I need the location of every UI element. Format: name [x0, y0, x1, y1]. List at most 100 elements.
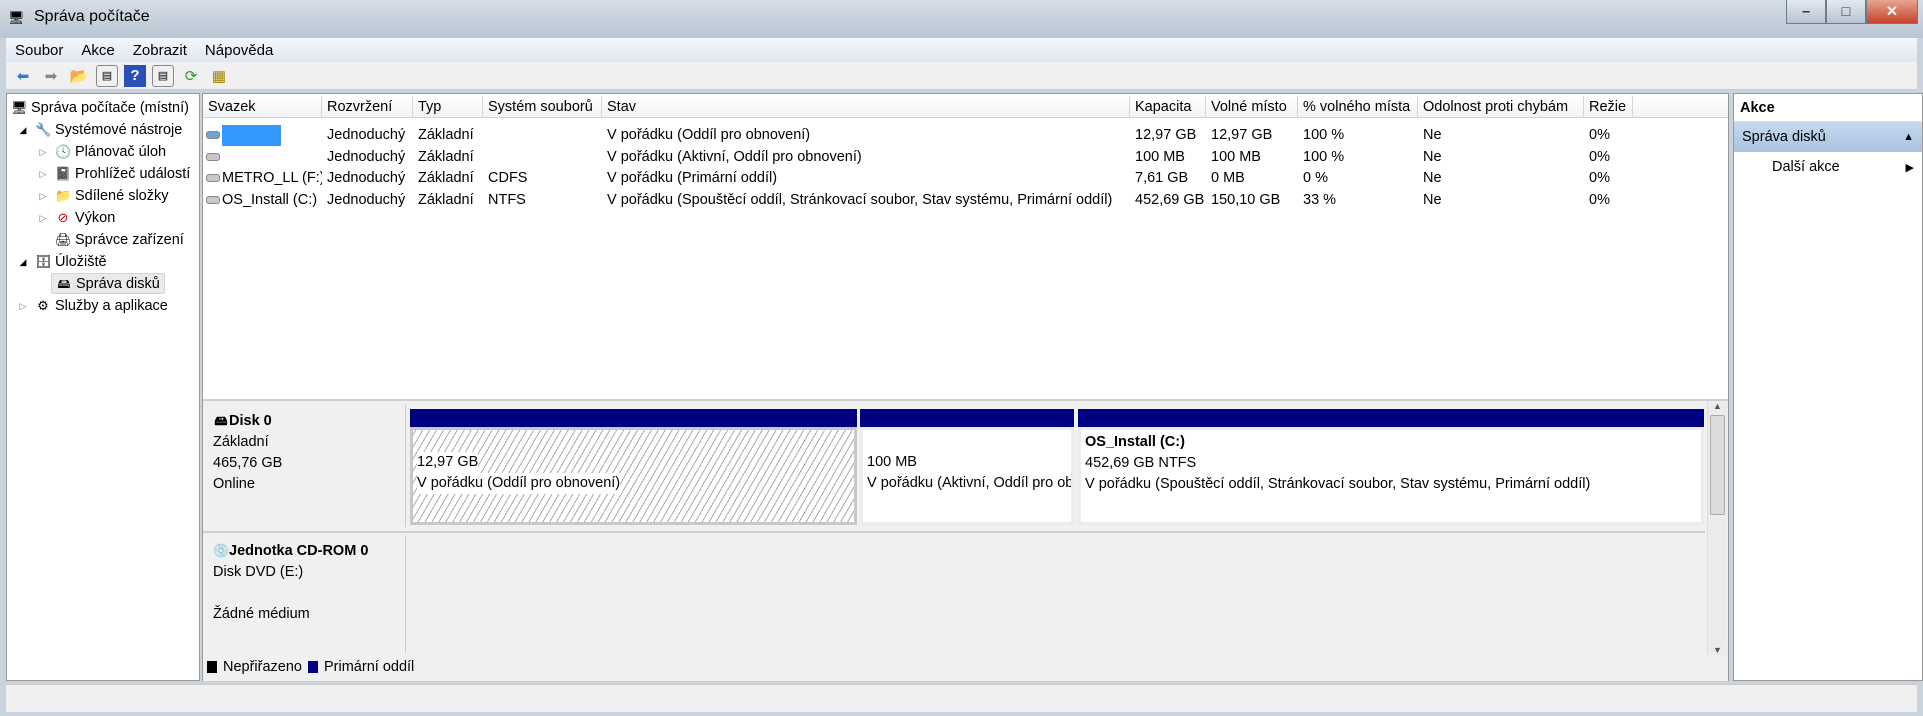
help-icon[interactable]: ?: [124, 64, 146, 87]
cell-text: 100 %: [1303, 148, 1345, 165]
scrollbar-thumb[interactable]: [1710, 415, 1725, 515]
column-header-overhead[interactable]: Režie: [1584, 96, 1633, 118]
tree-label: Služby a aplikace: [55, 297, 168, 314]
table-cell: V pořádku (Primární oddíl): [602, 168, 1130, 189]
cell-text: 0%: [1589, 191, 1610, 208]
column-header-free-space[interactable]: Volné místo: [1206, 96, 1298, 118]
cell-text: V pořádku (Aktivní, Oddíl pro obnovení): [607, 148, 862, 165]
tree-root[interactable]: 🖥 Správa počítače (místní): [11, 97, 189, 118]
tree-item-disk-management[interactable]: 🖴 Správa disků: [51, 273, 165, 294]
table-cell: 33 %: [1298, 190, 1418, 211]
close-button[interactable]: ✕: [1866, 0, 1918, 24]
cell-text: 12,97 GB: [1211, 127, 1273, 143]
partition-status: V pořádku (Oddíl pro obnovení): [417, 473, 621, 494]
maximize-button[interactable]: □: [1826, 0, 1866, 24]
tree-item-task-scheduler[interactable]: ▷ 🕓 Plánovač úloh: [35, 141, 167, 162]
table-cell: Jednoduchý: [322, 190, 413, 211]
up-folder-icon[interactable]: 📂: [68, 65, 90, 87]
column-header-status[interactable]: Stav: [602, 96, 1130, 118]
table-row[interactable]: Jednoduchý Základní V pořádku (Oddíl pro o…: [203, 125, 1728, 146]
disk-status: Online: [213, 476, 255, 492]
show-hide-action-pane-icon[interactable]: ▤: [152, 64, 174, 87]
table-row[interactable]: METRO_LL (F:) Jednoduchý Základní CDFS V poř…: [203, 168, 1728, 189]
column-header-capacity[interactable]: Kapacita: [1130, 96, 1206, 118]
partition-os-install[interactable]: OS_Install (C:) 452,69 GB NTFS V pořádku…: [1078, 427, 1704, 525]
action-more-actions[interactable]: Další akce ▶: [1734, 152, 1922, 182]
cell-text: NTFS: [488, 191, 526, 208]
cell-text: 100 %: [1303, 127, 1345, 143]
table-cell: 0%: [1584, 190, 1633, 211]
minimize-button[interactable]: –: [1786, 0, 1826, 24]
table-cell: Jednoduchý: [322, 147, 413, 168]
cell-text: Ne: [1423, 170, 1442, 186]
show-hide-tree-icon[interactable]: ▤: [96, 64, 118, 87]
expand-icon[interactable]: ▷: [35, 210, 51, 226]
table-row[interactable]: Jednoduchý Základní V pořádku (Aktivní, Od…: [203, 147, 1728, 168]
tree-label: Úložiště: [55, 253, 107, 270]
menu-akce[interactable]: Akce: [72, 42, 123, 59]
cdrom-0-label[interactable]: 💿Jednotka CD-ROM 0 Disk DVD (E:) Žádné m…: [203, 535, 406, 653]
partition-recovery[interactable]: 12,97 GB V pořádku (Oddíl pro obnovení): [410, 427, 857, 525]
disk-graphical-pane: 🖴Disk 0 Základní 465,76 GB Online 12,97 …: [203, 399, 1728, 681]
table-cell: Jednoduchý: [322, 168, 413, 189]
menu-soubor[interactable]: Soubor: [6, 42, 72, 59]
tree-item-device-manager[interactable]: 🖨 Správce zařízení: [55, 229, 184, 250]
column-header-layout[interactable]: Rozvržení: [322, 96, 413, 118]
partition-bar-primary: [860, 409, 1074, 427]
legend-swatch-primary: [308, 661, 318, 673]
section-label: Správa disků: [1742, 129, 1826, 145]
table-cell: Základní: [413, 168, 483, 189]
expand-icon[interactable]: ▷: [35, 188, 51, 204]
cell-text: Základní: [418, 127, 474, 143]
column-header-fault-tolerance[interactable]: Odolnost proti chybám: [1418, 96, 1584, 118]
cell-text: 100 MB: [1135, 148, 1185, 165]
collapse-icon[interactable]: ▲: [1903, 131, 1914, 143]
tree-item-storage[interactable]: ◢ 🗄 Úložiště: [15, 251, 107, 272]
cell-text: 0%: [1589, 170, 1610, 186]
table-cell: METRO_LL (F:): [203, 168, 322, 189]
tree-item-system-tools[interactable]: ◢ 🔧 Systémové nástroje: [15, 119, 183, 140]
disk-type: Základní: [213, 434, 269, 450]
forward-icon[interactable]: ➡: [40, 65, 62, 87]
expand-icon[interactable]: ▷: [35, 166, 51, 182]
cell-text: 150,10 GB: [1211, 191, 1281, 208]
tree-item-event-viewer[interactable]: ▷ 📓 Prohlížeč událostí: [35, 163, 191, 184]
table-cell: [483, 147, 602, 168]
table-cell: [483, 125, 602, 146]
cell-text: 100 MB: [1211, 148, 1261, 165]
column-header-type[interactable]: Typ: [413, 96, 483, 118]
actions-section-disk-management[interactable]: Správa disků ▲: [1734, 122, 1922, 152]
expand-icon[interactable]: ▷: [15, 298, 31, 314]
partition-active-recovery[interactable]: 100 MB V pořádku (Aktivní, Oddíl pro obn…: [860, 427, 1074, 525]
scroll-up-icon[interactable]: ▲: [1708, 401, 1727, 411]
cell-text: V pořádku (Primární oddíl): [607, 170, 778, 186]
tree-item-performance[interactable]: ▷ ⊘ Výkon: [35, 207, 116, 228]
tree-item-shared-folders[interactable]: ▷ 📁 Sdílené složky: [35, 185, 169, 206]
disk-0-label[interactable]: 🖴Disk 0 Základní 465,76 GB Online: [203, 405, 406, 527]
refresh-icon[interactable]: ⟳: [180, 65, 202, 87]
vertical-scrollbar[interactable]: ▲ ▼: [1707, 401, 1727, 655]
cell-text: Ne: [1423, 148, 1442, 165]
column-header-percent-free[interactable]: % volného místa: [1298, 96, 1418, 118]
expand-icon[interactable]: ◢: [15, 122, 31, 138]
event-log-icon: 📓: [55, 165, 72, 181]
expand-icon[interactable]: ◢: [15, 254, 31, 270]
menu-napoveda[interactable]: Nápověda: [196, 42, 282, 59]
table-cell: Jednoduchý: [322, 125, 413, 146]
table-cell: 452,69 GB: [1130, 190, 1206, 211]
menu-bar: Soubor Akce Zobrazit Nápověda: [6, 38, 1917, 62]
column-header-filesystem[interactable]: Systém souborů: [483, 96, 602, 118]
properties-icon[interactable]: ▦: [208, 65, 230, 87]
tree-item-services-applications[interactable]: ▷ ⚙ Služby a aplikace: [15, 295, 168, 316]
column-header-volume[interactable]: Svazek: [203, 96, 322, 118]
performance-icon: ⊘: [57, 209, 69, 225]
legend-swatch-unallocated: [207, 661, 217, 673]
table-cell: Základní: [413, 125, 483, 146]
table-cell: 0%: [1584, 168, 1633, 189]
cell-text: Ne: [1423, 191, 1442, 208]
menu-zobrazit[interactable]: Zobrazit: [124, 42, 196, 59]
expand-icon[interactable]: ▷: [35, 144, 51, 160]
scroll-down-icon[interactable]: ▼: [1708, 645, 1727, 655]
back-icon[interactable]: ⬅: [12, 65, 34, 87]
table-row[interactable]: OS_Install (C:) Jednoduchý Základní NTFS V p…: [203, 190, 1728, 211]
